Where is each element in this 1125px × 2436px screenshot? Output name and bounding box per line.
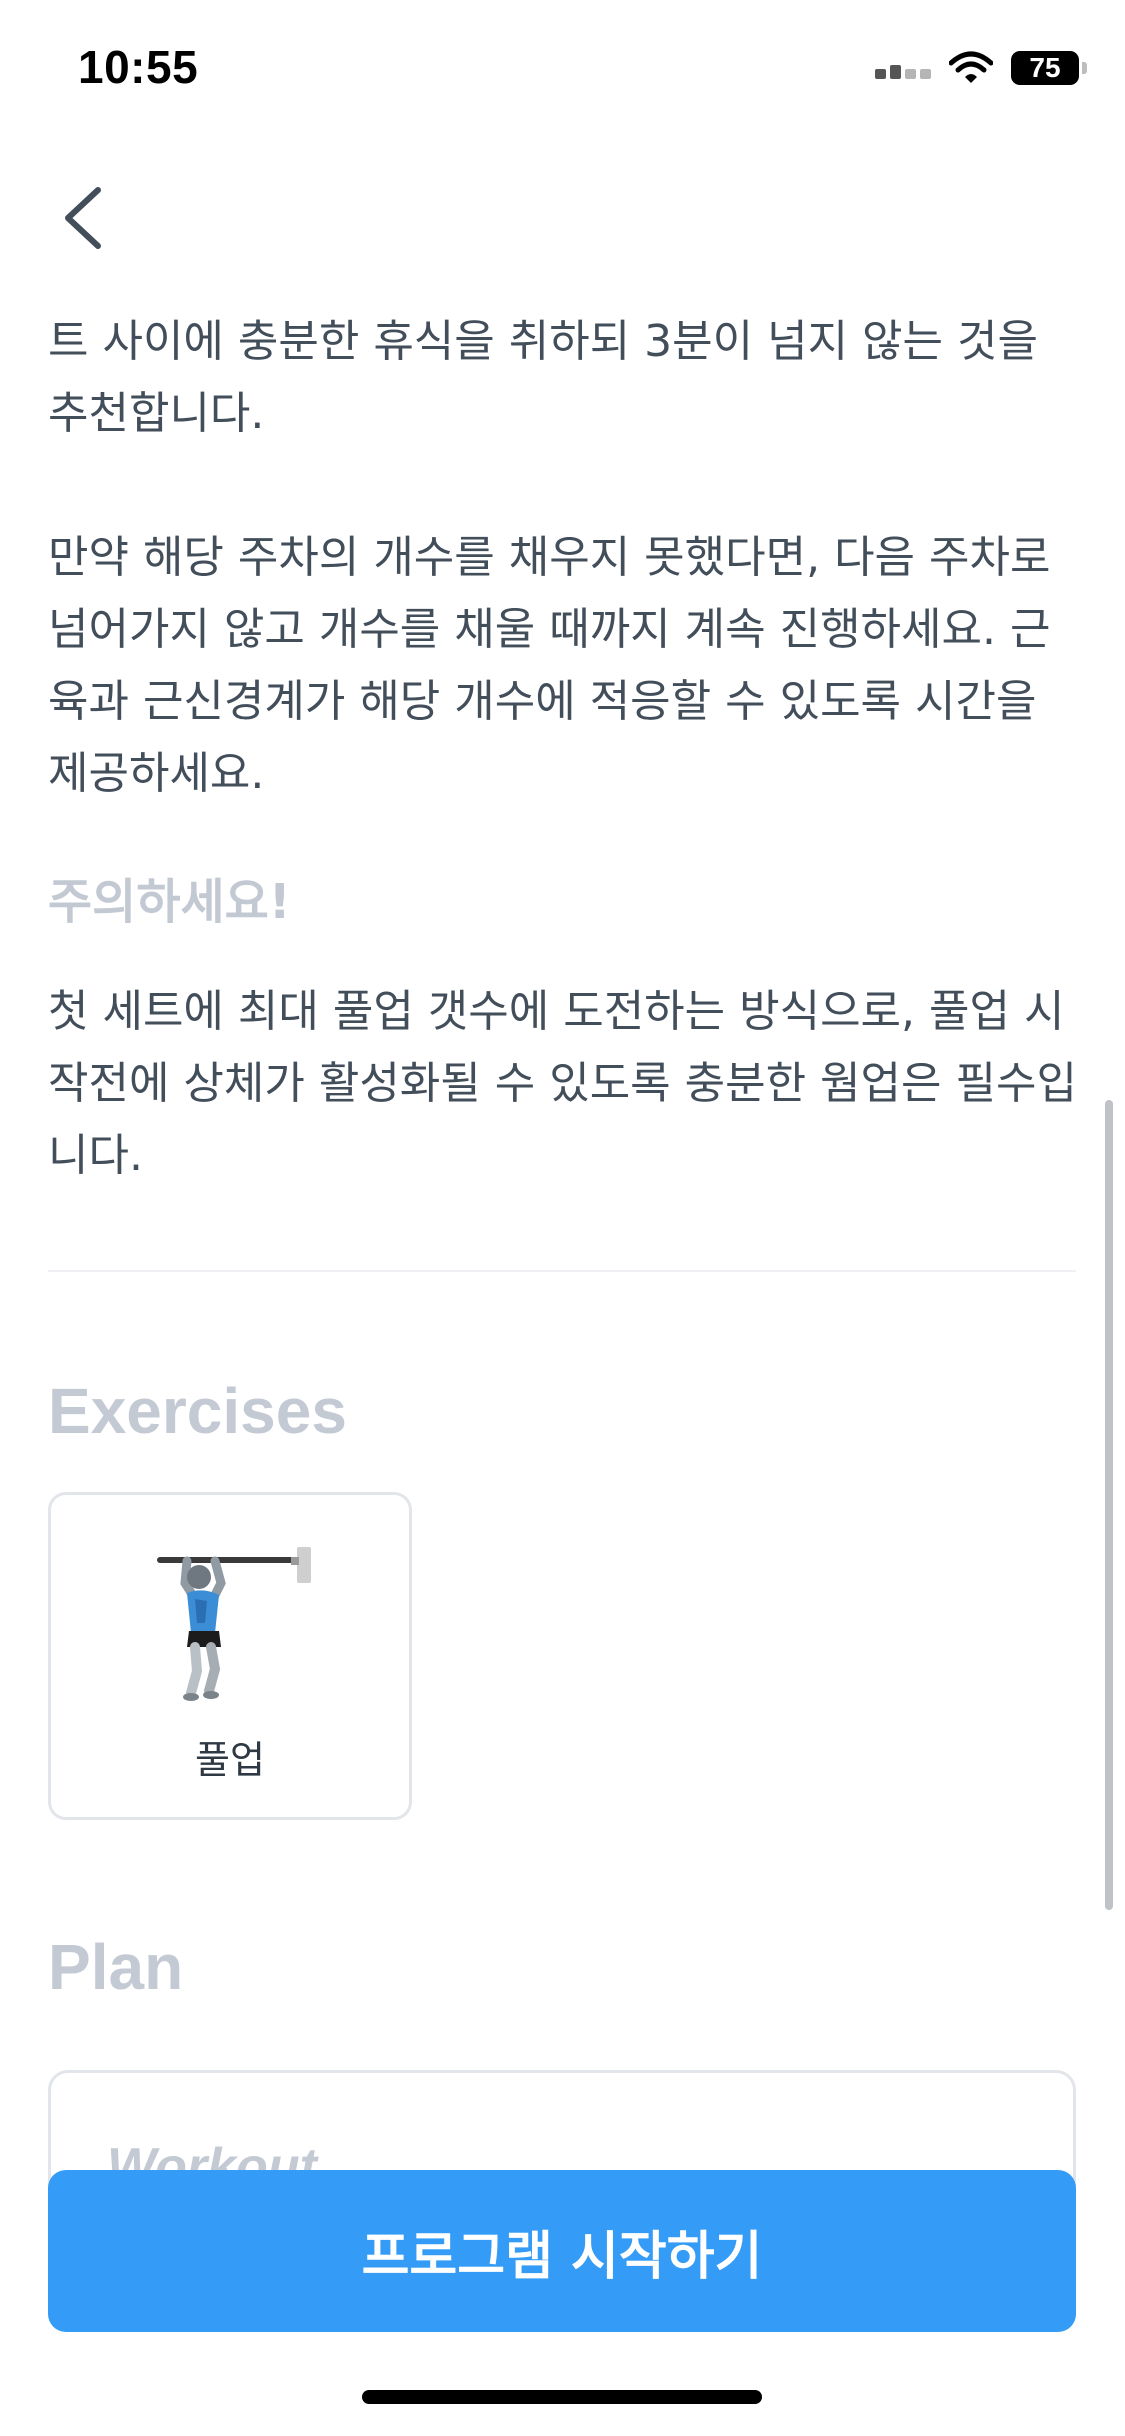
exercise-card-pullup[interactable]: 풀업 (48, 1492, 412, 1820)
exercise-label: 풀업 (195, 1738, 265, 1782)
section-divider (48, 1270, 1076, 1272)
caution-heading: 주의하세요! (48, 874, 291, 930)
battery-icon: 75 (1011, 51, 1087, 85)
status-icons: 75 (875, 48, 1087, 88)
battery-level: 75 (1029, 52, 1061, 83)
description-paragraph: 만약 해당 주차의 개수를 채우지 못했다면, 다음 주차로 넘어가지 않고 개… (48, 532, 1051, 799)
exercises-section-title: Exercises (48, 1375, 347, 1447)
plan-section-title: Plan (48, 1931, 184, 2003)
back-chevron-icon[interactable] (52, 182, 116, 254)
home-indicator[interactable] (362, 2390, 762, 2404)
caution-paragraph: 첫 세트에 최대 풀업 갯수에 도전하는 방식으로, 풀업 시작전에 상체가 활… (48, 986, 1077, 1181)
cellular-signal-icon (875, 57, 931, 79)
wifi-icon (949, 51, 993, 83)
status-time: 10:55 (78, 41, 199, 93)
program-detail-screen: 10:55 75 트 사이에 충분한 휴식을 취하되 3분이 넘지 않는 것을 … (0, 0, 1125, 2436)
description-paragraph: 트 사이에 충분한 휴식을 취하되 3분이 넘지 않는 것을 추천합니다. (48, 316, 1038, 439)
start-program-button[interactable]: 프로그램 시작하기 (48, 2170, 1076, 2332)
pullup-figure-icon (157, 1547, 311, 1701)
scrollbar[interactable] (1105, 1100, 1113, 1910)
